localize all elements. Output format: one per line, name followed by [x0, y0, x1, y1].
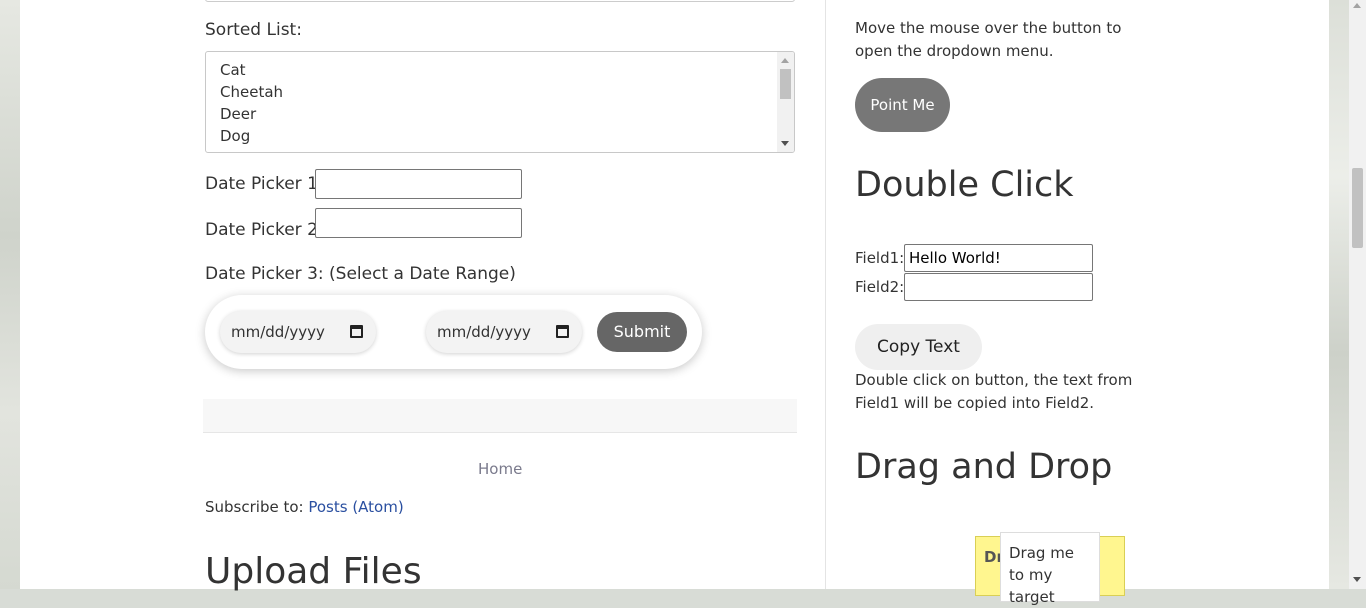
copy-text-button[interactable]: Copy Text [855, 324, 982, 370]
sorted-list-label: Sorted List: [205, 20, 302, 40]
field2-input[interactable] [904, 273, 1093, 301]
field1-label: Field1: [855, 249, 905, 267]
start-date-input[interactable]: mm/dd/yyyy [220, 311, 376, 353]
double-click-heading: Double Click [855, 165, 1074, 205]
posts-atom-link[interactable]: Posts (Atom) [308, 498, 403, 516]
date-picker-1-label: Date Picker 1: [205, 174, 324, 194]
list-item[interactable]: Dog [220, 127, 250, 145]
page-scrollbar[interactable] [1349, 0, 1366, 589]
subscribe-line: Subscribe to: Posts (Atom) [205, 498, 404, 516]
submit-button[interactable]: Submit [597, 312, 687, 352]
subscribe-prefix: Subscribe to: [205, 498, 309, 516]
background-left [0, 0, 20, 589]
draggable-box[interactable]: Drag me to my target [1000, 532, 1100, 606]
start-date-placeholder: mm/dd/yyyy [231, 323, 325, 341]
double-click-description: Double click on button, the text from Fi… [855, 371, 1133, 412]
calendar-icon[interactable] [556, 325, 569, 338]
scroll-thumb[interactable] [1352, 168, 1363, 248]
footer-band [203, 399, 797, 433]
drag-and-drop-heading: Drag and Drop [855, 447, 1113, 487]
scroll-thumb[interactable] [780, 69, 791, 99]
scroll-down-arrow-icon[interactable] [1353, 577, 1361, 582]
list-item[interactable]: Deer [220, 105, 256, 123]
scroll-down-arrow-icon[interactable] [781, 141, 789, 146]
listbox-scrollbar[interactable] [777, 52, 794, 152]
date-picker-1-input[interactable] [315, 169, 522, 199]
date-picker-3-label: Date Picker 3: (Select a Date Range) [205, 264, 516, 284]
end-date-input[interactable]: mm/dd/yyyy [426, 311, 582, 353]
field1-input[interactable]: Hello World! [904, 244, 1093, 272]
home-link[interactable]: Home [478, 460, 522, 478]
previous-select-edge[interactable] [205, 0, 795, 2]
list-item[interactable]: Cat [220, 61, 246, 79]
background-right [1329, 0, 1349, 589]
list-item[interactable]: Cheetah [220, 83, 283, 101]
sorted-listbox[interactable]: Cat Cheetah Deer Dog [205, 51, 795, 153]
scroll-up-arrow-icon[interactable] [781, 58, 789, 63]
scroll-up-arrow-icon[interactable] [1353, 3, 1361, 8]
date-picker-2-label: Date Picker 2: [205, 220, 324, 240]
calendar-icon[interactable] [350, 325, 363, 338]
hover-instructions: Move the mouse over the button to open t… [855, 19, 1122, 60]
field2-label: Field2: [855, 278, 905, 296]
upload-files-heading: Upload Files [205, 551, 422, 592]
date-picker-2-input[interactable] [315, 208, 522, 238]
sidebar-divider [825, 0, 826, 589]
point-me-button[interactable]: Point Me [855, 78, 950, 132]
end-date-placeholder: mm/dd/yyyy [437, 323, 531, 341]
